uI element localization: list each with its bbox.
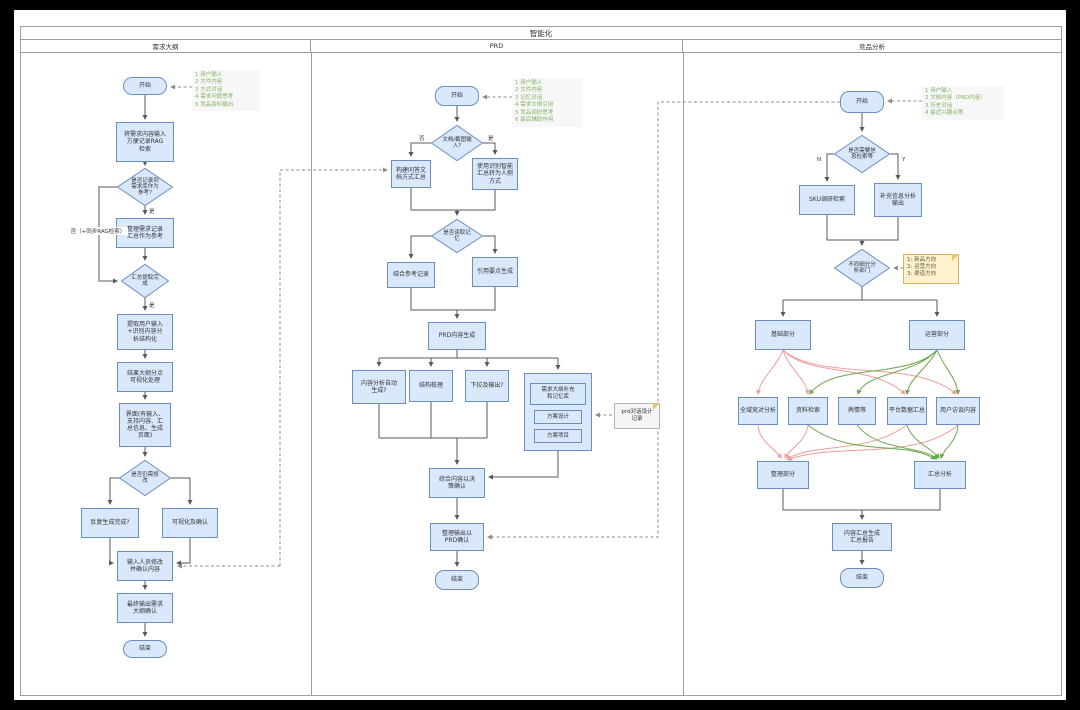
decision-doc-screenshot-input: 文档/截图输 入? xyxy=(431,125,483,161)
decision-label: 不同细分分 析部门 xyxy=(848,262,876,275)
terminal-start-left: 开始 xyxy=(123,77,167,95)
process-outline-visualize: 结果大纲分点 可视化处理 xyxy=(117,362,173,392)
edge-label-y: Y xyxy=(901,157,906,163)
process-recognize-convert: 使用识别智能 汇总转为人侧 方式 xyxy=(472,158,518,190)
note-right-inputs: 1 用户输入 2 文档内容（PRD内容） 3 历史对话 4 最近兴趣点等 xyxy=(922,86,1004,120)
process-combine-decide: 综合内容以决 策确认 xyxy=(429,468,485,498)
note-prd-dialog-record: prd对话设计 记录 xyxy=(614,403,660,429)
decision-label: 文档/截图输 入? xyxy=(442,137,471,150)
edge-label-n: N xyxy=(816,157,822,163)
process-structure-sort: 结构梳理 xyxy=(409,370,453,402)
process-generate-report: 内容汇总生成 汇总报告 xyxy=(832,523,892,551)
decision-label: 汇总提取完 成 xyxy=(131,275,159,288)
terminal-end-left: 结束 xyxy=(123,640,167,658)
process-visual-confirm: 可视化及确认 xyxy=(162,508,218,538)
process-summary-analysis: 汇总分析 xyxy=(914,461,966,489)
edge-label-yes-1: 是 xyxy=(148,207,156,215)
terminal-end-right: 结束 xyxy=(840,568,884,588)
inner-solution-design: 方案设计 xyxy=(534,410,582,424)
process-manual-edit-confirm: 输入人员修改 并确认内容 xyxy=(117,551,173,581)
inner-solution-project: 方案项目 xyxy=(534,429,582,443)
decision-analysis-segment: 不同细分分 析部门 xyxy=(834,249,890,287)
process-regenerate: 反复生成完成? xyxy=(81,508,139,538)
process-build-qa-summary: 构建问答文 档方式汇总 xyxy=(391,160,431,188)
process-combine-reference: 结合参考记录 xyxy=(387,262,435,288)
process-final-prd-confirm: 整理输出以 PRD确认 xyxy=(430,523,484,551)
edge-label-yes: 是 xyxy=(487,134,495,142)
process-prd-generate: PRD内容生成 xyxy=(428,322,486,350)
process-material-retrieval: 资料检索 xyxy=(788,397,828,425)
decision-need-modify: 是否仍需修 改 xyxy=(119,460,171,496)
decision-label: 是否需要信 息检索等 xyxy=(848,148,876,161)
process-final-outline: 最终输出需求 大纲确认 xyxy=(117,593,173,623)
decision-label: 是否读取记 忆 xyxy=(443,230,471,243)
diagram-stage: 智能化 需求大纲 PRD 竞品分析 xyxy=(0,0,1080,710)
decision-label: 是否记录到 需求库作为 参考? xyxy=(131,178,159,197)
process-dropdown-output: 下拉及输出? xyxy=(465,370,509,402)
process-auto-analysis: 内容分析自动 生成? xyxy=(352,370,406,404)
process-organize-part: 整理部分 xyxy=(757,461,809,489)
note-middle-inputs: 1 用户输入 2 文件内容 3 记忆对话 4 需求大纲引用 5 竞品调研思考 6… xyxy=(512,78,582,127)
process-sku-research: SKU调研检索 xyxy=(799,185,855,215)
process-platform-data: 平台数据汇总 xyxy=(887,397,927,425)
group-prd-sections: 需求大纲补充 和记忆库 方案设计 方案项目 xyxy=(524,373,592,451)
sticky-direction-options: 1: 新品方向 2: 运营方向 3: 渠道方向 xyxy=(903,254,959,284)
note-left-inputs: 1 用户输入 2 文件内容 3 方式对话 4 需求问题思考 5 竞品资料输出 xyxy=(192,70,260,111)
terminal-start-middle: 开始 xyxy=(435,86,479,106)
process-extract-structure: 提取用户输入 +识别内容分 析结构化 xyxy=(117,314,173,350)
decision-label: 是否仍需修 改 xyxy=(131,472,159,485)
process-cite-keypoints: 引用要点生成 xyxy=(472,257,518,287)
lane-divider-1 xyxy=(311,52,312,696)
decision-recorded-in-library: 是否记录到 需求库作为 参考? xyxy=(117,168,173,206)
terminal-start-right: 开始 xyxy=(840,91,884,113)
process-interface-output: 界面(有输入、 支持内容、汇 总信息、生成 页面) xyxy=(119,403,171,447)
edge-label-no: 否 xyxy=(418,134,426,142)
process-public-opinion: 舆情等 xyxy=(838,397,876,425)
inner-outline-memory: 需求大纲补充 和记忆库 xyxy=(530,383,586,405)
edge-label-yes-2: 是 xyxy=(148,301,156,309)
edge-label-no-rag: 否（+同步RAG检索） xyxy=(68,227,128,235)
decision-summary-complete: 汇总提取完 成 xyxy=(121,264,169,298)
terminal-end-middle: 结束 xyxy=(435,570,479,590)
process-input-rag: 将需求内容输入 方便记录RAG 检索 xyxy=(116,122,174,162)
pool-title: 智能化 xyxy=(20,26,1062,40)
lane-divider-2 xyxy=(683,52,684,696)
process-supplement-info: 补充信息分析 输出 xyxy=(874,183,922,217)
decision-need-retrieval: 是否需要信 息检索等 xyxy=(834,135,890,173)
process-operation-part: 运营部分 xyxy=(909,320,965,350)
process-competitor-analysis: 全域竞对分析 xyxy=(738,397,778,425)
process-basic-part: 基础部分 xyxy=(755,320,811,350)
decision-read-memory: 是否读取记 忆 xyxy=(431,219,483,253)
process-user-interview: 用户访谈内容 xyxy=(936,397,980,425)
